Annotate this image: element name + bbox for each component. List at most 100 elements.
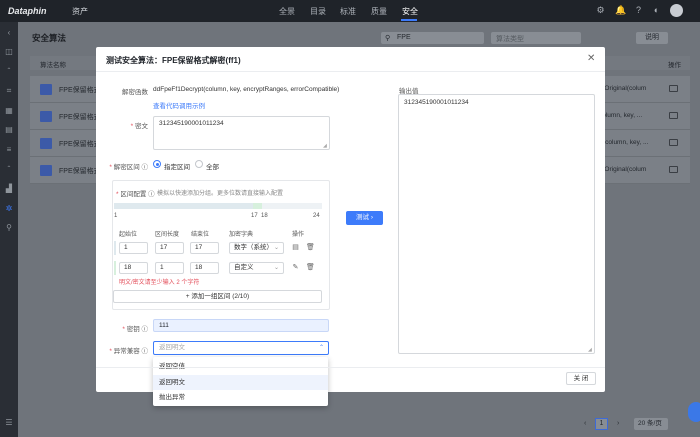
delete-icon[interactable]: 🗑 xyxy=(306,244,315,252)
chevron-up-icon[interactable]: ˆ xyxy=(4,165,14,175)
resize-handle-icon[interactable]: ◢ xyxy=(323,143,327,149)
nav-quality[interactable]: 质量 xyxy=(371,6,387,17)
range-bar-segment-1[interactable] xyxy=(114,203,253,209)
test-icon[interactable] xyxy=(669,166,678,173)
column-header-op: 操作 xyxy=(668,62,681,69)
output-textarea[interactable] xyxy=(398,94,595,354)
delete-icon[interactable]: 🗑 xyxy=(306,264,315,272)
output-value: 312345190001011234 xyxy=(404,99,469,106)
settings-icon[interactable]: ⚙ xyxy=(595,5,606,16)
chevron-up-icon: ⌃ xyxy=(318,345,324,351)
prev-page-icon[interactable]: ‹ xyxy=(584,420,586,427)
info-icon: ⓘ xyxy=(141,348,149,355)
scan-icon[interactable]: ⌗ xyxy=(4,86,14,96)
range-end-value: 18 xyxy=(195,264,203,271)
range-length-input[interactable]: 17 xyxy=(155,242,184,254)
test-button[interactable]: 测试 › xyxy=(346,211,383,225)
range-length-value: 17 xyxy=(160,244,168,251)
app-logo[interactable]: Dataphin xyxy=(8,6,47,16)
range-bar-segment-2[interactable] xyxy=(253,203,262,209)
range-end-input[interactable]: 18 xyxy=(190,262,219,274)
modal-title: 测试安全算法：FPE保留格式解密(ff1) xyxy=(106,56,241,65)
key-input[interactable]: 111 xyxy=(153,319,329,332)
modal-header-divider xyxy=(96,71,605,72)
cipher-value: 312345190001011234 xyxy=(159,120,224,127)
exception-select[interactable]: 返回明文 ⌃ xyxy=(153,341,329,355)
nav-security[interactable]: 安全 xyxy=(402,6,418,17)
help-button-label: 说明 xyxy=(645,34,659,41)
test-icon[interactable] xyxy=(669,112,678,119)
algorithm-type-placeholder: 算法类型 xyxy=(496,36,524,43)
grid-icon[interactable]: ▦ xyxy=(4,106,14,116)
edit-dictionary-icon[interactable]: ✎ xyxy=(292,264,299,272)
radio-all-label: 全部 xyxy=(206,164,219,171)
nav-overview[interactable]: 全景 xyxy=(279,6,295,17)
radio-all[interactable] xyxy=(195,160,203,168)
range-start-input[interactable]: 18 xyxy=(119,262,148,274)
range-error-text: 明文/密文请至少输入 2 个字符 xyxy=(119,280,200,286)
range-length-input[interactable]: 1 xyxy=(155,262,184,274)
range-length-value: 1 xyxy=(160,264,164,271)
close-button[interactable]: 关 闭 xyxy=(566,372,596,385)
dictionary-select[interactable]: 自定义 ⌄ xyxy=(229,262,284,274)
pager-current-label: 1 xyxy=(599,420,604,427)
chevron-up-icon[interactable]: ˆ xyxy=(4,67,14,77)
range-color-marker xyxy=(114,261,116,275)
add-range-button[interactable]: + 添加一组区间 (2/10) xyxy=(113,290,322,303)
dictionary-value: 数字（系统） xyxy=(234,244,273,251)
dropdown-option-throw[interactable]: 抛出异常 xyxy=(153,390,328,405)
theme-icon[interactable]: ◐ xyxy=(651,5,662,16)
code-example-link[interactable]: 查看代码调用示例 xyxy=(153,100,205,110)
floating-assistant-button[interactable] xyxy=(688,402,700,422)
row-function: rt(column, key, ... xyxy=(599,139,649,146)
page-size-select[interactable]: 20 条/页 xyxy=(634,418,668,430)
modal-footer-divider xyxy=(96,367,605,368)
dropdown-option-plaintext[interactable]: 返回明文 xyxy=(153,375,328,390)
resize-handle-icon[interactable]: ◢ xyxy=(588,347,592,353)
file-icon xyxy=(40,84,52,95)
product-name[interactable]: 资产 xyxy=(72,6,88,17)
range-config-label: * 区间配置 ⓘ xyxy=(116,191,155,198)
add-range-label: 添加一组区间 (2/10) xyxy=(191,293,250,300)
radio-specified-range[interactable] xyxy=(153,160,161,168)
chevron-right-icon: › xyxy=(370,214,373,221)
search-value: FPE xyxy=(397,34,411,41)
key-icon[interactable]: ⚲ xyxy=(4,223,14,233)
tick-start: 1 xyxy=(114,213,118,219)
next-page-icon[interactable]: › xyxy=(617,420,619,427)
row-function: column, key, ... xyxy=(599,112,643,119)
range-end-input[interactable]: 17 xyxy=(190,242,219,254)
table-icon[interactable]: ▤ xyxy=(4,125,14,135)
file-icon xyxy=(40,165,52,176)
bell-icon[interactable]: 🔔 xyxy=(615,5,626,16)
nav-catalog[interactable]: 目录 xyxy=(310,6,326,17)
avatar[interactable] xyxy=(670,4,683,17)
range-start-input[interactable]: 1 xyxy=(119,242,148,254)
list-icon[interactable]: ≡ xyxy=(4,145,14,155)
chart-icon[interactable]: ▟ xyxy=(4,184,14,194)
range-bar-empty[interactable] xyxy=(262,203,322,209)
pager-current: 1 xyxy=(595,418,608,430)
asset-icon[interactable]: ◫ xyxy=(4,47,14,57)
row-name: FPE保留格式 xyxy=(59,141,101,148)
security-algorithm-icon[interactable]: ✲ xyxy=(4,204,14,214)
info-icon: ⓘ xyxy=(148,191,155,198)
cipher-label: * 密文 xyxy=(130,123,148,130)
test-icon[interactable] xyxy=(669,139,678,146)
range-label-text: 解密区间 xyxy=(113,164,140,171)
help-button[interactable]: 说明 xyxy=(636,32,668,44)
cipher-label-text: 密文 xyxy=(135,123,148,130)
test-icon[interactable] xyxy=(669,85,678,92)
tick-end: 24 xyxy=(313,213,320,219)
page-size-label: 20 条/页 xyxy=(638,420,662,427)
tick-18: 18 xyxy=(261,213,268,219)
chevron-down-icon: ⌄ xyxy=(273,265,279,271)
help-icon[interactable]: ? xyxy=(633,5,644,16)
menu-toggle-icon[interactable]: ☰ xyxy=(4,418,14,428)
dictionary-select[interactable]: 数字（系统） ⌄ xyxy=(229,242,284,254)
collapse-icon[interactable]: ‹ xyxy=(4,28,14,38)
range-config-hint: 模拟以快速添加分组。更多位数请直接输入配置 xyxy=(157,191,284,197)
close-icon[interactable]: ✕ xyxy=(587,53,595,64)
dictionary-detail-icon[interactable]: ▤ xyxy=(292,244,299,252)
nav-standard[interactable]: 标准 xyxy=(340,6,356,17)
